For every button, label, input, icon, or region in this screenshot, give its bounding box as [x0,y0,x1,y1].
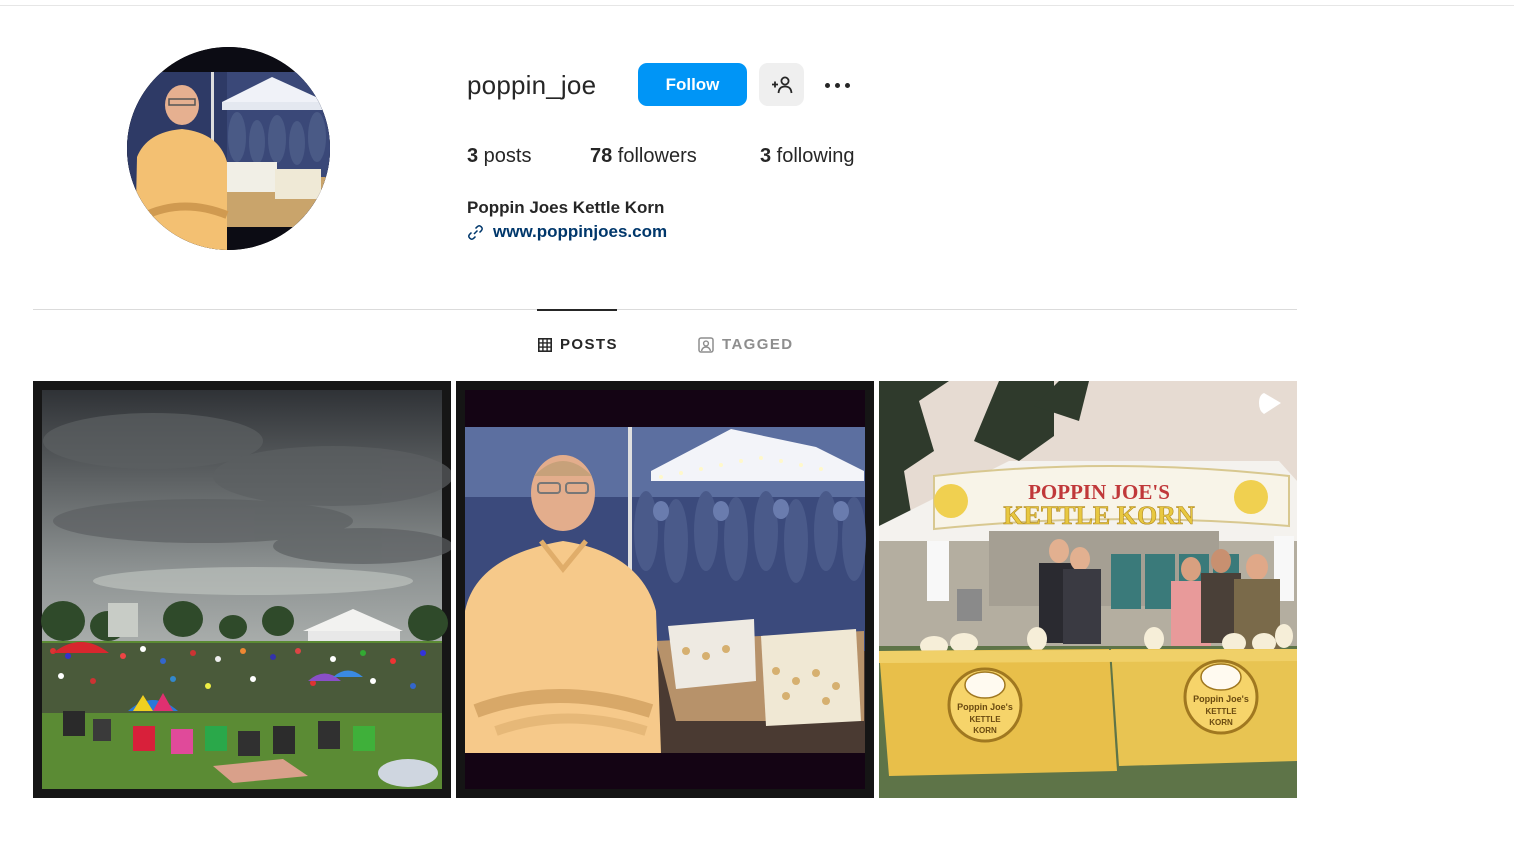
table-logo-left: Poppin Joe's KETTLE KORN [947,667,1023,743]
more-options-button[interactable] [815,66,859,104]
svg-text:KETTLE: KETTLE [969,715,1001,724]
banner-line-2: KETTLE KORN [1003,501,1195,530]
avatar-photo [127,47,330,250]
profile-avatar[interactable] [127,47,330,250]
username: poppin_joe [467,70,597,100]
tab-posts-label: POSTS [560,336,618,353]
profile-full-name: Poppin Joes Kettle Korn [467,198,665,217]
post-thumbnail[interactable] [456,381,874,798]
svg-text:KETTLE: KETTLE [1205,707,1237,716]
svg-text:Poppin Joe's: Poppin Joe's [957,702,1013,712]
tab-posts[interactable]: POSTS [538,336,618,353]
website-link[interactable]: www.poppinjoes.com [493,222,667,242]
link-icon [468,224,483,240]
tagged-icon [698,336,714,353]
post-image-popcorn-stand [456,381,874,798]
following-count[interactable]: 3 following [760,145,855,168]
active-tab-indicator [537,309,617,311]
svg-text:KORN: KORN [973,726,997,735]
suggested-accounts-button[interactable] [759,63,804,106]
posts-count: 3 posts [467,145,532,167]
svg-text:Poppin Joe's: Poppin Joe's [1193,694,1249,704]
profile-website: www.poppinjoes.com [467,222,667,242]
more-options-icon [824,82,830,88]
tab-tagged[interactable]: TAGGED [698,336,793,353]
person-add-icon [771,76,792,93]
tabs-divider [33,309,1297,310]
top-divider [0,5,1514,6]
post-thumbnail[interactable]: POPPIN JOE'S KETTLE KORN Poppin Joe's KE… [879,381,1297,798]
tab-tagged-label: TAGGED [722,336,794,353]
grid-icon [538,337,552,352]
post-image-concert [33,381,451,798]
follow-button[interactable]: Follow [638,63,747,106]
post-thumbnail[interactable] [33,381,451,798]
post-image-kettle-korn-tent: POPPIN JOE'S KETTLE KORN Poppin Joe's KE… [879,381,1297,798]
followers-count[interactable]: 78 followers [590,145,697,168]
svg-text:KORN: KORN [1209,718,1233,727]
table-logo-right: Poppin Joe's KETTLE KORN [1183,659,1259,735]
